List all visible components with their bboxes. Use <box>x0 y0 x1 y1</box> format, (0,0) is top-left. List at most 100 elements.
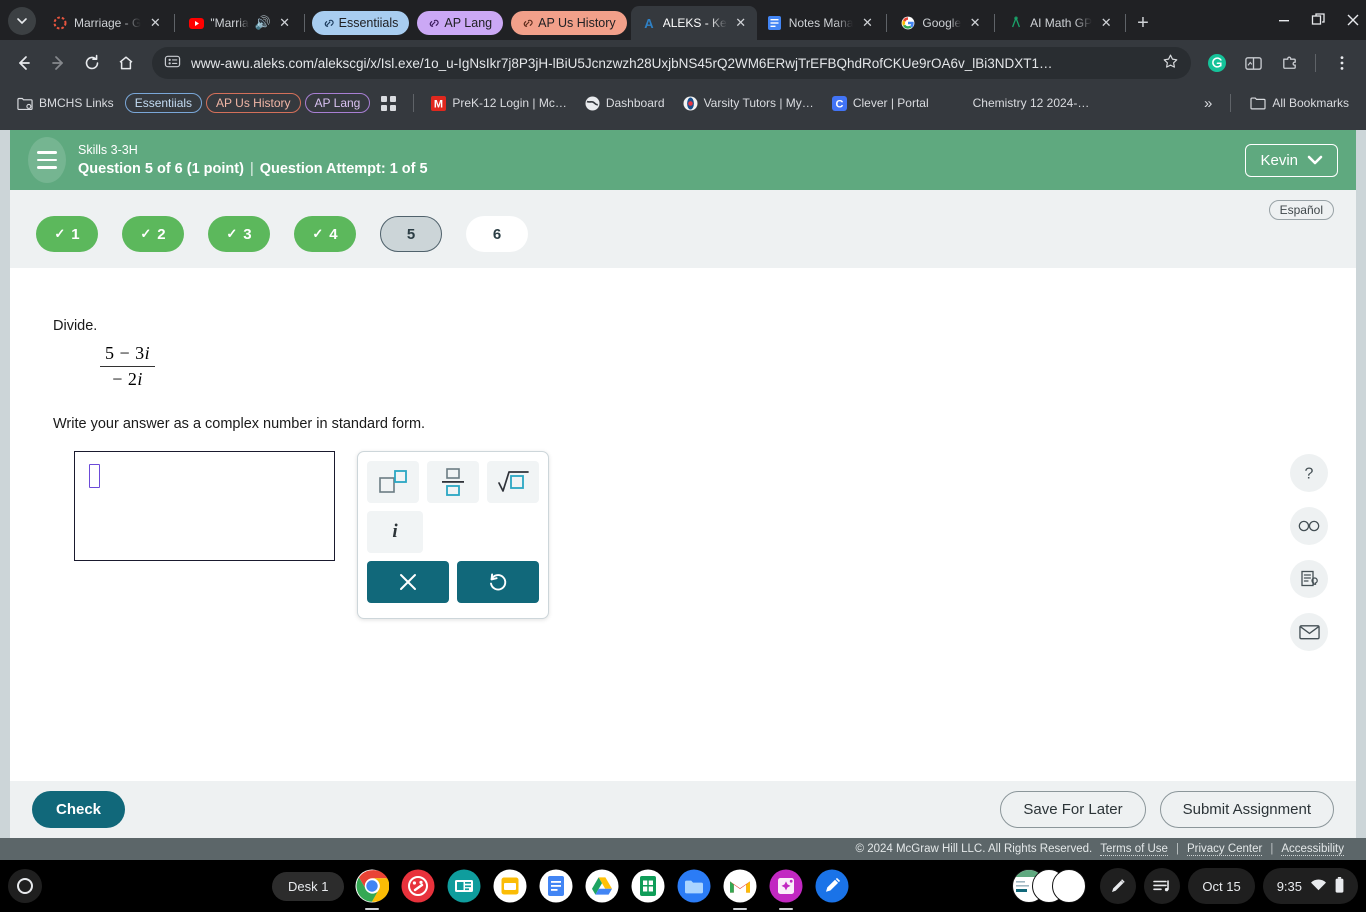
files-icon[interactable] <box>676 868 712 904</box>
tab-group-ap-lang[interactable]: AP Lang <box>417 11 504 35</box>
imaginary-unit-key[interactable]: i <box>367 511 423 553</box>
address-bar[interactable]: www-awu.aleks.com/alekscgi/x/Isl.exe/1o_… <box>152 47 1191 79</box>
menu-icon[interactable] <box>28 137 66 183</box>
app-running-indicator <box>733 907 748 910</box>
close-icon[interactable]: ✕ <box>1098 15 1114 31</box>
bookmark-clever-portal[interactable]: C Clever | Portal <box>825 93 936 114</box>
keep-icon[interactable] <box>492 868 528 904</box>
bookmarks-overflow-icon[interactable]: » <box>1204 95 1212 112</box>
aleks-header: Skills 3-3H Question 5 of 6 (1 point) | Qu… <box>10 130 1356 190</box>
privacy-center-link[interactable]: Privacy Center <box>1186 843 1263 856</box>
status-area-button[interactable]: 9:35 <box>1262 868 1358 904</box>
maximize-icon[interactable] <box>1311 12 1326 32</box>
forward-icon[interactable] <box>42 47 74 79</box>
tab-aleks[interactable]: A ALEKS - Ke ✕ <box>630 6 757 40</box>
question-pill-3[interactable]: ✓ 3 <box>208 216 270 252</box>
site-settings-icon[interactable] <box>164 53 181 73</box>
tab-group-essentiials[interactable]: Essentiials <box>311 11 410 35</box>
undo-button[interactable] <box>457 561 539 603</box>
bookmark-prek12-login[interactable]: M PreK-12 Login | Mc… <box>424 93 574 114</box>
close-icon[interactable]: ✕ <box>277 15 293 31</box>
bookmark-star-icon[interactable] <box>1162 53 1179 73</box>
submit-assignment-button[interactable]: Submit Assignment <box>1159 791 1334 828</box>
user-menu-button[interactable]: Kevin <box>1245 143 1338 177</box>
stylus-icon[interactable] <box>1100 868 1137 904</box>
close-icon[interactable]: ✕ <box>733 15 749 31</box>
back-icon[interactable] <box>8 47 40 79</box>
keypad-row-2: i <box>367 511 539 553</box>
bookmark-essentiials[interactable]: Essentiials <box>124 93 203 113</box>
exponent-key[interactable] <box>367 461 419 503</box>
chrome-icon[interactable] <box>354 868 390 910</box>
desk-switcher-button[interactable]: Desk 1 <box>272 871 345 901</box>
bookmark-ap-lang[interactable]: AP Lang <box>304 93 371 113</box>
question-instruction: Write your answer as a complex number in… <box>53 416 426 432</box>
glasses-icon[interactable] <box>1290 507 1328 545</box>
question-pill-1[interactable]: ✓ 1 <box>36 216 98 252</box>
question-pill-2[interactable]: ✓ 2 <box>122 216 184 252</box>
window-preview-stack[interactable] <box>1006 868 1092 904</box>
language-toggle-button[interactable]: Español <box>1268 200 1334 220</box>
folder-icon <box>1250 97 1266 110</box>
svg-text:C: C <box>835 98 843 110</box>
message-icon[interactable] <box>1290 613 1328 651</box>
paint-icon[interactable] <box>400 868 436 904</box>
sketch-icon[interactable] <box>814 868 850 904</box>
check-button[interactable]: Check <box>32 791 126 828</box>
help-icon[interactable]: ? <box>1290 454 1328 492</box>
answer-input[interactable] <box>74 451 335 561</box>
grammarly-icon[interactable] <box>1201 47 1233 79</box>
new-tab-button[interactable]: + <box>1137 13 1149 33</box>
minimize-icon[interactable] <box>1277 13 1291 32</box>
question-pill-4[interactable]: ✓ 4 <box>294 216 356 252</box>
reload-icon[interactable] <box>76 47 108 79</box>
audio-icon[interactable]: 🔊 <box>255 15 271 31</box>
clear-button[interactable] <box>367 561 449 603</box>
launcher-button[interactable] <box>8 869 42 903</box>
bookmark-dashboard[interactable]: Dashboard <box>578 93 672 114</box>
fraction-key[interactable] <box>427 461 479 503</box>
media-controls-icon[interactable] <box>1144 868 1181 904</box>
close-icon[interactable]: ✕ <box>859 15 875 31</box>
bookmarks-divider <box>1230 94 1232 112</box>
tab-youtube-marria[interactable]: "Marria 🔊 ✕ <box>178 6 300 40</box>
tab-ai-math-gpt[interactable]: AI Math GP ✕ <box>998 6 1122 40</box>
square-root-key[interactable] <box>487 461 539 503</box>
all-bookmarks-button[interactable]: All Bookmarks <box>1243 93 1356 113</box>
tab-group-label: AP Lang <box>444 16 493 30</box>
question-pill-6[interactable]: 6 <box>466 216 528 252</box>
close-window-icon[interactable] <box>1346 13 1360 32</box>
bookmark-apps-grid[interactable] <box>374 93 403 114</box>
home-icon[interactable] <box>110 47 142 79</box>
docs-icon[interactable] <box>538 868 574 904</box>
photos-icon[interactable] <box>768 868 804 910</box>
tab-marriage[interactable]: Marriage - G ✕ <box>42 6 171 40</box>
terms-of-use-link[interactable]: Terms of Use <box>1100 843 1168 856</box>
save-for-later-button[interactable]: Save For Later <box>1000 791 1146 828</box>
close-icon[interactable]: ✕ <box>147 15 163 31</box>
split-view-icon[interactable] <box>1237 47 1269 79</box>
drive-icon[interactable] <box>584 868 620 904</box>
gmail-icon[interactable] <box>722 868 758 910</box>
tab-search-icon[interactable] <box>8 7 36 35</box>
bookmark-varsity-tutors[interactable]: Varsity Tutors | My… <box>676 93 821 114</box>
tab-notes-manager[interactable]: Notes Mana ✕ <box>757 6 884 40</box>
varsity-tutors-icon <box>683 96 698 110</box>
accessibility-link[interactable]: Accessibility <box>1281 843 1344 856</box>
bookmark-chemistry-12[interactable]: Chemistry 12 2024-… <box>966 93 1097 113</box>
chrome-menu-icon[interactable] <box>1326 47 1358 79</box>
keypad-row-1 <box>367 461 539 503</box>
tab-title: Marriage - G <box>74 16 142 30</box>
explanation-icon[interactable] <box>1290 560 1328 598</box>
extensions-icon[interactable] <box>1273 47 1305 79</box>
sheets-icon[interactable] <box>630 868 666 904</box>
tab-group-ap-us-history[interactable]: AP Us History <box>511 11 627 35</box>
numerator-text: 5 − 3 <box>105 343 145 363</box>
bookmark-ap-us-history[interactable]: AP Us History <box>206 93 301 113</box>
bookmark-bmchs-links[interactable]: BMCHS Links <box>10 93 121 114</box>
calendar-button[interactable]: Oct 15 <box>1188 868 1255 904</box>
close-icon[interactable]: ✕ <box>967 15 983 31</box>
slides-icon[interactable] <box>446 868 482 904</box>
question-pill-5[interactable]: 5 <box>380 216 442 252</box>
tab-google[interactable]: Google ✕ <box>890 6 991 40</box>
